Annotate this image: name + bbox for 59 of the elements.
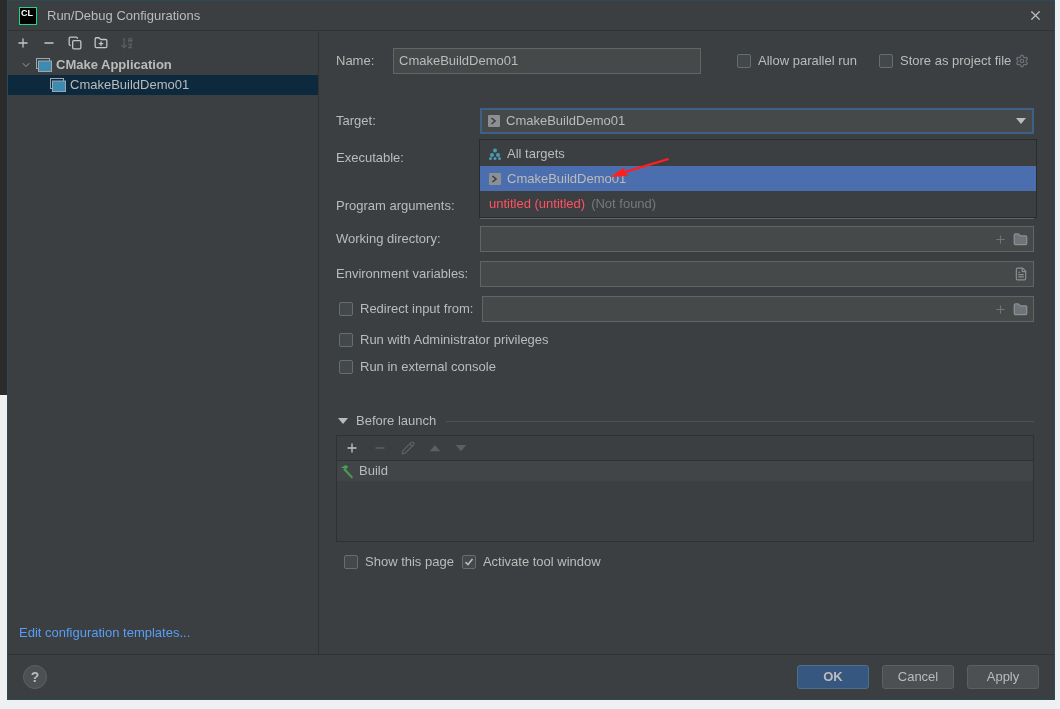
- text-field[interactable]: [482, 296, 1034, 322]
- dialog-button[interactable]: Apply: [967, 665, 1039, 689]
- field-label: Program arguments:: [336, 197, 456, 216]
- add-icon[interactable]: [16, 36, 30, 50]
- folder-icon[interactable]: [1013, 301, 1028, 317]
- field-label: Name:: [336, 52, 376, 71]
- window-title: Run/Debug Configurations: [47, 6, 202, 25]
- dialog-button[interactable]: Cancel: [882, 665, 954, 689]
- checkbox[interactable]: [461, 554, 476, 569]
- add-icon[interactable]: [345, 441, 359, 455]
- task-item[interactable]: Build: [337, 461, 1033, 481]
- checkbox-label: Activate tool window: [482, 553, 601, 571]
- checkbox[interactable]: [339, 360, 353, 374]
- section-title: Before launch: [356, 412, 437, 431]
- close-icon[interactable]: [1028, 8, 1043, 23]
- text-field[interactable]: [480, 261, 1034, 287]
- checkbox[interactable]: [339, 333, 353, 347]
- checkbox-label: Run with Administrator privileges: [360, 331, 549, 350]
- field-label: Environment variables:: [336, 265, 470, 284]
- checkbox-label: Store as project file: [900, 52, 1012, 71]
- checkbox-label: Run in external console: [360, 358, 496, 377]
- templates-link[interactable]: Edit configuration templates...: [8, 622, 318, 642]
- folder-icon[interactable]: [1013, 231, 1028, 247]
- folder-plus-icon[interactable]: [94, 36, 108, 50]
- ok-button[interactable]: OK: [797, 665, 869, 689]
- expand-triangle-icon[interactable]: [338, 418, 348, 424]
- field-label: Working directory:: [336, 230, 442, 249]
- checkbox-label: Allow parallel run: [758, 52, 857, 71]
- name-field[interactable]: CmakeBuildDemo01: [393, 48, 701, 74]
- checkbox-label: Show this page: [365, 553, 454, 571]
- document-icon[interactable]: [1014, 267, 1028, 281]
- help-button[interactable]: ?: [23, 665, 47, 689]
- caret-icon: [1016, 118, 1026, 124]
- dropdown-option[interactable]: All targets: [480, 141, 1036, 166]
- add-icon[interactable]: [994, 232, 1007, 246]
- checkbox-label: Redirect input from:: [360, 300, 474, 319]
- settings-icon[interactable]: [1015, 54, 1030, 68]
- dropdown-option[interactable]: CmakeBuildDemo01: [480, 166, 1036, 191]
- not-found-note: (Not found): [591, 194, 657, 213]
- app-logo: CL: [19, 6, 37, 25]
- window-icon: [36, 58, 52, 72]
- text-field[interactable]: [480, 226, 1034, 252]
- field-label: Executable:: [336, 149, 405, 168]
- cluster-icon: [489, 147, 501, 160]
- checkbox[interactable]: [339, 302, 353, 316]
- checkbox[interactable]: [737, 54, 751, 68]
- window-icon: [50, 78, 66, 92]
- field-label: Target:: [336, 112, 377, 131]
- checkbox[interactable]: [344, 554, 358, 569]
- terminal-icon: [488, 115, 500, 127]
- hammer-icon: [340, 463, 355, 479]
- add-icon[interactable]: [994, 302, 1007, 316]
- tree-item[interactable]: CMake Application: [8, 55, 318, 75]
- checkbox[interactable]: [879, 54, 893, 68]
- dropdown-option[interactable]: untitled (untitled) (Not found): [480, 191, 1036, 216]
- tree-item[interactable]: CmakeBuildDemo01: [8, 75, 318, 95]
- copy-icon[interactable]: [68, 36, 82, 50]
- target-dropdown[interactable]: CmakeBuildDemo01: [480, 108, 1034, 134]
- terminal-icon: [489, 172, 501, 185]
